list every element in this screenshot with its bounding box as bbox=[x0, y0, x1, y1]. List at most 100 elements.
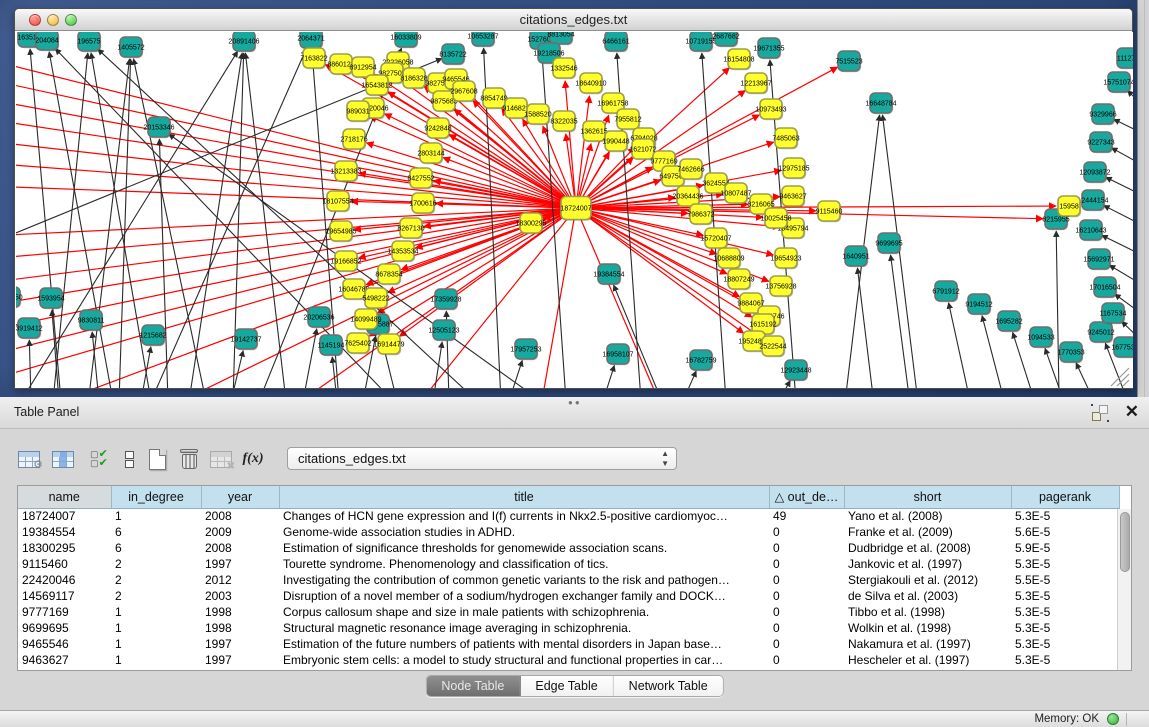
table-row[interactable]: 1456911722003Disruption of a novel membe… bbox=[18, 588, 1119, 604]
table-row[interactable]: 977716911998Corpus callosum shape and si… bbox=[18, 604, 1119, 620]
table-row[interactable]: 1872400712008Changes of HCN gene express… bbox=[18, 508, 1119, 524]
network-node[interactable]: 1215682 bbox=[139, 325, 166, 346]
window-titlebar[interactable]: citations_edges.txt bbox=[15, 9, 1132, 31]
network-node[interactable]: 16210643 bbox=[1075, 220, 1106, 241]
network-node[interactable]: 14099489 bbox=[350, 309, 381, 330]
network-node[interactable]: 9227343 bbox=[1087, 132, 1114, 153]
network-node[interactable]: 9115460 bbox=[816, 201, 843, 222]
network-node[interactable]: 18300295 bbox=[515, 213, 546, 234]
network-node[interactable]: 19384554 bbox=[593, 264, 624, 285]
minimize-window-button[interactable] bbox=[47, 14, 59, 26]
network-node[interactable]: 8186328 bbox=[400, 68, 427, 89]
network-node[interactable]: 16958107 bbox=[602, 344, 633, 365]
network-node[interactable]: 1593954 bbox=[37, 288, 64, 309]
column-header-year[interactable]: year bbox=[201, 486, 279, 508]
network-node[interactable]: 1588520 bbox=[524, 104, 551, 125]
network-node[interactable]: 15692971 bbox=[1083, 249, 1114, 270]
close-window-button[interactable] bbox=[29, 14, 41, 26]
network-node[interactable]: 13756928 bbox=[765, 276, 796, 297]
network-node[interactable]: 12923448 bbox=[780, 360, 811, 381]
network-node[interactable]: 15958 bbox=[1058, 196, 1081, 217]
network-node[interactable]: 2522544 bbox=[759, 336, 786, 357]
network-node[interactable]: 10688809 bbox=[713, 248, 744, 269]
network-node[interactable]: 17016504 bbox=[1089, 277, 1120, 298]
network-node[interactable]: 7485063 bbox=[772, 128, 799, 149]
network-svg[interactable]: 1635142040841965751405572208914062064371… bbox=[16, 32, 1133, 388]
network-node[interactable]: 1700616 bbox=[409, 193, 436, 214]
network-node[interactable]: 19671355 bbox=[753, 38, 784, 59]
network-node[interactable]: 1405572 bbox=[117, 37, 144, 58]
column-header-short[interactable]: short bbox=[844, 486, 1011, 508]
scrollbar-thumb[interactable] bbox=[1120, 512, 1130, 572]
network-node[interactable]: 1640951 bbox=[842, 246, 869, 267]
network-node[interactable]: 8267130 bbox=[397, 218, 424, 239]
network-node[interactable]: 10653287 bbox=[467, 32, 498, 47]
network-node[interactable]: 12213967 bbox=[740, 73, 771, 94]
network-node[interactable]: 1990448 bbox=[602, 131, 629, 152]
network-node[interactable]: 9242848 bbox=[424, 118, 451, 139]
network-node[interactable]: 7515523 bbox=[835, 51, 862, 72]
network-node[interactable]: 9463627 bbox=[779, 186, 806, 207]
network-node[interactable]: 10025458 bbox=[760, 208, 791, 229]
network-canvas[interactable]: 1635142040841965751405572208914062064371… bbox=[16, 32, 1133, 388]
network-node[interactable]: 1332546 bbox=[550, 58, 577, 79]
tab-edge-table[interactable]: Edge Table bbox=[520, 676, 613, 696]
network-node[interactable]: 9245012 bbox=[1087, 322, 1114, 343]
network-node[interactable]: 18807249 bbox=[723, 269, 754, 290]
network-node[interactable]: 204084 bbox=[35, 32, 59, 51]
network-node[interactable]: 989031 bbox=[346, 101, 370, 122]
column-header-name[interactable]: name bbox=[18, 486, 111, 508]
network-node[interactable]: 16033809 bbox=[390, 32, 421, 48]
network-node[interactable]: 16782759 bbox=[685, 350, 716, 371]
network-node[interactable]: 12444154 bbox=[1077, 190, 1108, 211]
network-node[interactable]: 20891406 bbox=[228, 32, 259, 52]
network-node[interactable]: 19654985 bbox=[325, 221, 356, 242]
network-node[interactable]: 196575 bbox=[77, 32, 101, 52]
column-header-in_degree[interactable]: in_degree bbox=[111, 486, 201, 508]
network-node[interactable]: 2718176 bbox=[340, 129, 367, 150]
network-node[interactable]: 2967608 bbox=[450, 81, 477, 102]
network-node[interactable]: 16543812 bbox=[361, 75, 392, 96]
network-node[interactable]: 5498222 bbox=[362, 288, 389, 309]
float-panel-icon[interactable] bbox=[1091, 404, 1109, 422]
column-header-pagerank[interactable]: pagerank bbox=[1011, 486, 1119, 508]
network-node[interactable]: 10973493 bbox=[755, 99, 786, 120]
memory-ok-indicator[interactable] bbox=[1107, 713, 1119, 725]
table-row[interactable]: 946362711997Embryonic stem cells: a mode… bbox=[18, 652, 1119, 668]
network-node[interactable]: 20153346 bbox=[143, 117, 174, 138]
network-node[interactable]: 16154808 bbox=[723, 49, 754, 70]
table-row[interactable]: 911546021997Tourette syndrome. Phenomeno… bbox=[18, 556, 1119, 572]
network-node[interactable]: 15751074 bbox=[1103, 72, 1133, 93]
network-node[interactable]: 18724007 bbox=[560, 197, 592, 221]
tab-network-table[interactable]: Network Table bbox=[614, 676, 723, 696]
function-builder-icon[interactable]: f(x) bbox=[240, 446, 266, 472]
network-node[interactable]: 12505123 bbox=[428, 320, 459, 341]
network-node[interactable]: 1145194 bbox=[318, 335, 345, 356]
network-node[interactable]: 16648784 bbox=[865, 93, 896, 114]
row-height-icon[interactable] bbox=[116, 446, 142, 472]
network-node[interactable]: 13213383 bbox=[330, 161, 361, 182]
network-node[interactable]: 19654923 bbox=[770, 248, 801, 269]
network-node[interactable]: 1094533 bbox=[1027, 327, 1054, 348]
table-row[interactable]: 1830029562008Estimation of significance … bbox=[18, 540, 1119, 556]
network-node[interactable]: 18107554 bbox=[322, 191, 353, 212]
network-node[interactable]: 7986372 bbox=[687, 204, 714, 225]
tab-node-table[interactable]: Node Table bbox=[426, 676, 520, 696]
network-node[interactable]: 15720407 bbox=[700, 228, 731, 249]
network-node[interactable]: 9830811 bbox=[78, 310, 105, 331]
network-node[interactable]: 1167534 bbox=[1100, 303, 1127, 324]
network-node[interactable]: 9699695 bbox=[875, 233, 902, 254]
table-options-icon[interactable]: ⚙ bbox=[16, 446, 42, 472]
network-node[interactable]: 8322035 bbox=[550, 111, 577, 132]
network-node[interactable]: 6791912 bbox=[932, 281, 959, 302]
select-columns-icon[interactable]: ▢✔▢✔ bbox=[86, 446, 112, 472]
column-header-title[interactable]: title bbox=[279, 486, 769, 508]
table-row[interactable]: 969969511998Structural magnetic resonanc… bbox=[18, 620, 1119, 636]
table-scrollbar[interactable] bbox=[1117, 509, 1131, 670]
show-columns-icon[interactable] bbox=[50, 446, 76, 472]
column-header-out_degree[interactable]: △ out_de… bbox=[769, 486, 844, 508]
network-node[interactable]: 3919412 bbox=[16, 318, 43, 339]
new-table-icon[interactable] bbox=[144, 446, 170, 472]
table-row[interactable]: 1938455462009Genome-wide association stu… bbox=[18, 524, 1119, 540]
network-node[interactable]: 18640910 bbox=[575, 73, 606, 94]
